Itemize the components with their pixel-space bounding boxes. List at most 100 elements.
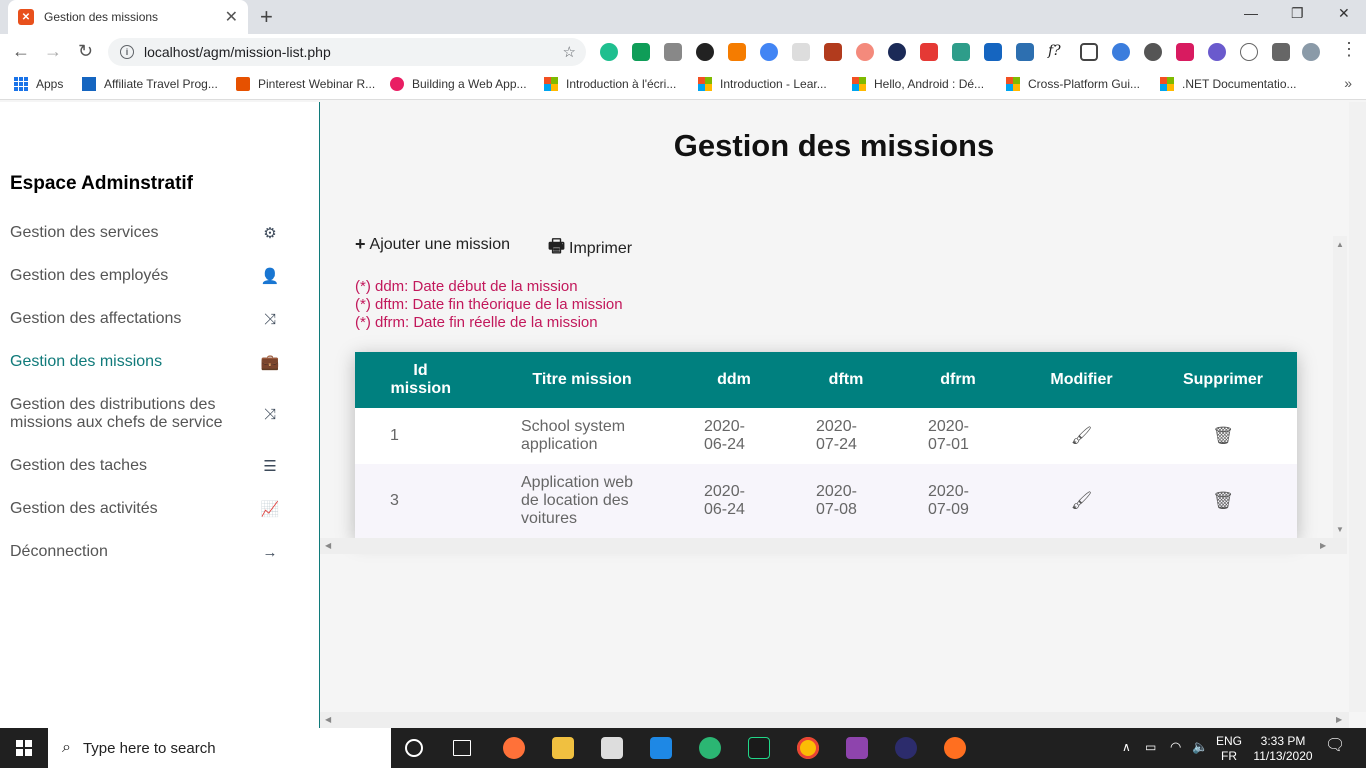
new-tab-button[interactable]: + <box>260 4 273 30</box>
taskbar-search-box[interactable]: ⌕ Type here to search <box>48 728 391 768</box>
notifications-icon[interactable]: 🗨 <box>1325 738 1345 754</box>
extension-grid-icon[interactable] <box>792 43 810 61</box>
cell-id: 1 <box>390 427 399 444</box>
extension-rainbow-icon[interactable] <box>856 43 874 61</box>
tab-close-icon[interactable]: ✕ <box>225 7 238 27</box>
bookmark-introduction-learn[interactable]: Introduction - Lear... <box>698 77 827 91</box>
bookmark-star-icon[interactable]: ☆ <box>563 43 576 61</box>
extension-off-icon[interactable] <box>728 43 746 61</box>
cortana-icon[interactable] <box>405 739 423 757</box>
bookmark-net-docs[interactable]: .NET Documentatio... <box>1160 77 1297 91</box>
extension-desc-icon[interactable] <box>824 43 842 61</box>
sidebar-item-activites[interactable]: Gestion des activités 📈 <box>10 500 280 518</box>
sidebar-item-services[interactable]: Gestion des services ⚙ <box>10 224 280 242</box>
extension-camera-icon[interactable] <box>664 43 682 61</box>
extension-dot-icon[interactable] <box>888 43 906 61</box>
page-scroll-right-icon[interactable]: ▶ <box>1336 715 1342 724</box>
mail-icon[interactable] <box>650 737 672 759</box>
address-bar[interactable]: i localhost/agm/mission-list.php ☆ <box>108 38 586 66</box>
chrome-icon[interactable] <box>797 737 819 759</box>
file-explorer-icon[interactable] <box>552 737 574 759</box>
profile-avatar[interactable] <box>1302 43 1320 61</box>
shuffle-icon: ⤨ <box>263 310 276 328</box>
extension-s-icon[interactable] <box>952 43 970 61</box>
pycharm-icon[interactable] <box>748 737 770 759</box>
sidebar-item-taches[interactable]: Gestion des taches ☰ <box>10 457 280 475</box>
sidebar-item-deconnection[interactable]: Déconnection → <box>10 543 280 561</box>
cell-ddm: 2020-06-24 <box>704 418 745 453</box>
input-language[interactable]: ENG FR <box>1216 734 1242 764</box>
reload-icon[interactable]: ↻ <box>78 41 93 62</box>
add-mission-button[interactable]: + Ajouter une mission <box>355 234 510 255</box>
eclipse-icon[interactable] <box>895 737 917 759</box>
menu-kebab-icon[interactable]: ⋮ <box>1340 39 1358 60</box>
page-horizontal-scrollbar[interactable]: ◀ ▶ <box>320 712 1349 728</box>
extension-purple-icon[interactable] <box>1208 43 1226 61</box>
bookmark-cross-platform[interactable]: Cross-Platform Gui... <box>1006 77 1140 91</box>
bookmark-hello-android[interactable]: Hello, Android : Dé... <box>852 77 984 91</box>
site-info-icon[interactable]: i <box>120 45 134 59</box>
extension-puzzle-blue-icon[interactable] <box>1016 43 1034 61</box>
column-header-id: Id mission <box>390 362 451 397</box>
table-horizontal-scrollbar[interactable]: ◀ ▶ <box>320 538 1347 554</box>
sidebar-item-affectations[interactable]: Gestion des affectations ⤨ <box>10 310 280 328</box>
extension-globe-icon[interactable] <box>760 43 778 61</box>
sidebar-item-employes[interactable]: Gestion des employés 👤 <box>10 267 280 285</box>
extension-pink-icon[interactable] <box>1176 43 1194 61</box>
extension-h-icon[interactable] <box>1240 43 1258 61</box>
edge-icon[interactable] <box>699 737 721 759</box>
extensions-puzzle-icon[interactable] <box>1272 43 1290 61</box>
table-vertical-scrollbar[interactable]: ▲ ▼ <box>1333 236 1347 538</box>
clock[interactable]: 3:33 PM 11/13/2020 <box>1250 734 1316 764</box>
page-vertical-scrollbar[interactable] <box>1349 102 1366 712</box>
extension-capture-icon[interactable] <box>1080 43 1098 61</box>
back-icon[interactable]: ← <box>12 41 30 62</box>
legend-dfrm: (*) dfrm: Date fin réelle de la mission <box>355 314 598 331</box>
browser-tab[interactable]: ✕ Gestion des missions ✕ <box>8 0 248 34</box>
page-title: Gestion des missions <box>673 128 995 163</box>
extension-eyes-icon[interactable] <box>1112 43 1130 61</box>
bookmark-apps[interactable]: Apps <box>14 77 63 91</box>
store-icon[interactable] <box>601 737 623 759</box>
extension-flag-icon[interactable] <box>632 43 650 61</box>
table-header-row: Id mission Titre mission ddm dftm dfrm M… <box>355 352 1297 408</box>
apps-grid-icon <box>14 77 28 91</box>
bookmark-pinterest[interactable]: Pinterest Webinar R... <box>236 77 375 91</box>
bookmark-affiliate[interactable]: Affiliate Travel Prog... <box>82 77 218 91</box>
extension-new-icon[interactable] <box>984 43 1002 61</box>
battery-icon[interactable]: ▭ <box>1145 740 1156 755</box>
extension-pdf-icon[interactable] <box>920 43 938 61</box>
bookmark-building-web-app[interactable]: Building a Web App... <box>390 77 527 91</box>
task-view-icon[interactable] <box>453 740 471 756</box>
scroll-down-icon[interactable]: ▼ <box>1336 525 1344 534</box>
forward-icon[interactable]: → <box>44 41 62 62</box>
sidebar-item-distributions[interactable]: Gestion des distributions des missions a… <box>10 396 280 432</box>
bookmarks-overflow-icon[interactable]: » <box>1344 75 1352 91</box>
extension-function-icon[interactable]: f? <box>1048 43 1066 61</box>
volume-icon[interactable]: 🔈 <box>1192 739 1208 754</box>
wifi-icon[interactable]: ◠ <box>1170 739 1181 754</box>
print-button[interactable]: 🖶 Imprimer <box>548 234 632 264</box>
extension-grammarly-icon[interactable] <box>600 43 618 61</box>
postman-icon[interactable] <box>944 737 966 759</box>
window-close-icon[interactable]: ✕ <box>1338 5 1350 22</box>
scroll-left-icon[interactable]: ◀ <box>325 541 331 550</box>
abbreviations-legend: (*) ddm: Date début de la mission (*) df… <box>355 278 623 332</box>
firefox-icon[interactable] <box>503 737 525 759</box>
extension-k-icon[interactable] <box>696 43 714 61</box>
bookmark-introduction-ecri[interactable]: Introduction à l'écri... <box>544 77 676 91</box>
sidebar-item-missions[interactable]: Gestion des missions 💼 <box>10 353 280 371</box>
scroll-up-icon[interactable]: ▲ <box>1336 240 1344 249</box>
scroll-right-icon[interactable]: ▶ <box>1320 541 1326 550</box>
delete-trash-icon[interactable]: 🗑 <box>1149 408 1297 464</box>
minimize-icon[interactable]: — <box>1244 5 1258 21</box>
delete-trash-icon[interactable]: 🗑 <box>1149 464 1297 538</box>
edit-brush-icon[interactable]: 🖌 <box>1014 408 1149 464</box>
extension-eyedropper-icon[interactable] <box>1144 43 1162 61</box>
page-scroll-left-icon[interactable]: ◀ <box>325 715 331 724</box>
tray-chevron-icon[interactable]: ∧ <box>1122 740 1131 755</box>
windows-start-icon[interactable] <box>16 740 32 756</box>
restore-icon[interactable]: ❐ <box>1291 5 1304 22</box>
phpstorm-icon[interactable] <box>846 737 868 759</box>
edit-brush-icon[interactable]: 🖌 <box>1014 464 1149 538</box>
